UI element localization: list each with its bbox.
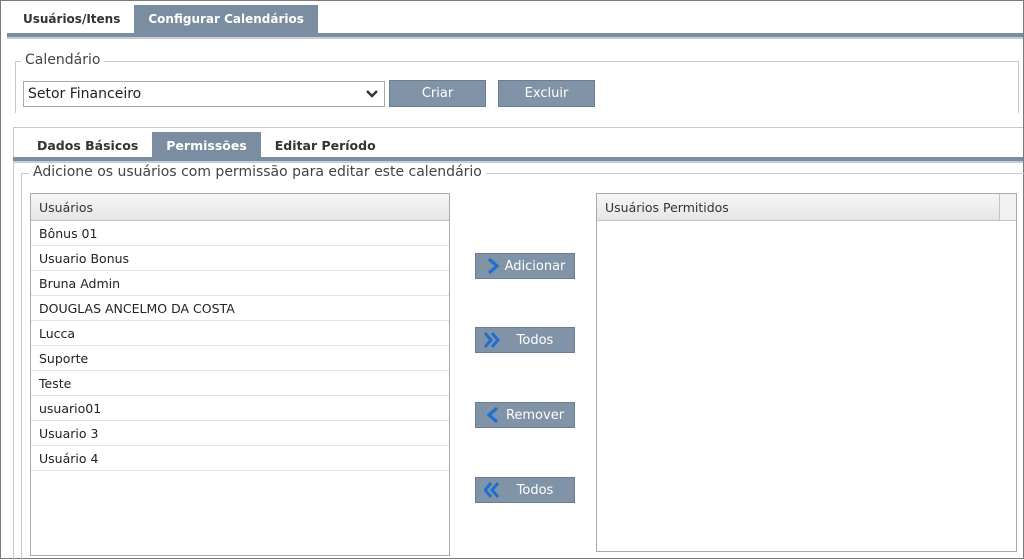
tab-dados-basicos[interactable]: Dados Básicos <box>23 132 153 158</box>
inner-tab-bar: Dados Básicos Permissões Editar Período <box>23 132 390 158</box>
tab-underline-shadow <box>7 37 1023 39</box>
list-item[interactable]: Usuario 3 <box>31 421 449 446</box>
chevron-right-icon <box>482 258 504 274</box>
allowed-header-scroll-cap <box>999 194 1016 220</box>
chevron-left-icon <box>482 407 504 423</box>
calendar-legend: Calendário <box>21 52 105 68</box>
allowed-users-list: Usuários Permitidos <box>596 193 1017 552</box>
app-window: Usuários/Itens Configurar Calendários Ca… <box>0 0 1024 560</box>
users-header-label: Usuários <box>39 199 94 215</box>
users-list-header: Usuários <box>31 194 449 221</box>
list-item[interactable]: Teste <box>31 371 449 396</box>
inner-panel-left-border <box>13 127 14 560</box>
chevron-down-icon[interactable] <box>360 82 384 106</box>
double-chevron-right-icon <box>482 332 504 348</box>
remove-button[interactable]: Remover <box>475 402 575 428</box>
list-item[interactable]: Usuario Bonus <box>31 246 449 271</box>
list-item[interactable]: DOUGLAS ANCELMO DA COSTA <box>31 296 449 321</box>
add-all-button-label: Todos <box>516 332 554 348</box>
top-tab-bar: Usuários/Itens Configurar Calendários <box>9 5 318 33</box>
list-item[interactable]: Usuário 4 <box>31 446 449 471</box>
create-button[interactable]: Criar <box>389 80 486 107</box>
inner-tab-underline-shadow <box>13 161 1023 163</box>
calendar-select-value: Setor Financeiro <box>28 86 142 102</box>
tab-usuarios-itens[interactable]: Usuários/Itens <box>9 5 135 33</box>
list-item[interactable]: Bônus 01 <box>31 221 449 246</box>
add-all-button[interactable]: Todos <box>475 327 575 353</box>
add-button-label: Adicionar <box>504 258 566 274</box>
double-chevron-left-icon <box>482 482 504 498</box>
delete-button[interactable]: Excluir <box>498 80 595 107</box>
users-rows: Bônus 01 Usuario Bonus Bruna Admin DOUGLAS … <box>31 221 449 471</box>
list-item[interactable]: Suporte <box>31 346 449 371</box>
calendar-select[interactable]: Setor Financeiro <box>23 81 385 107</box>
permissions-legend: Adicione os usuários com permissão para … <box>29 164 486 180</box>
add-button[interactable]: Adicionar <box>475 253 575 279</box>
tab-permissoes[interactable]: Permissões <box>152 132 261 158</box>
list-item[interactable]: Bruna Admin <box>31 271 449 296</box>
allowed-header-label: Usuários Permitidos <box>605 199 729 215</box>
list-item[interactable]: usuario01 <box>31 396 449 421</box>
list-item[interactable]: Lucca <box>31 321 449 346</box>
allowed-users-list-header: Usuários Permitidos <box>597 194 1016 221</box>
tab-editar-periodo[interactable]: Editar Período <box>260 132 390 158</box>
tab-configurar-calendarios[interactable]: Configurar Calendários <box>134 5 318 33</box>
remove-all-button-label: Todos <box>516 482 554 498</box>
users-list: Usuários Bônus 01 Usuario Bonus Bruna Admi… <box>30 193 450 556</box>
remove-all-button[interactable]: Todos <box>475 477 575 503</box>
remove-button-label: Remover <box>505 407 565 423</box>
inner-tabs-top-border <box>13 127 1023 128</box>
